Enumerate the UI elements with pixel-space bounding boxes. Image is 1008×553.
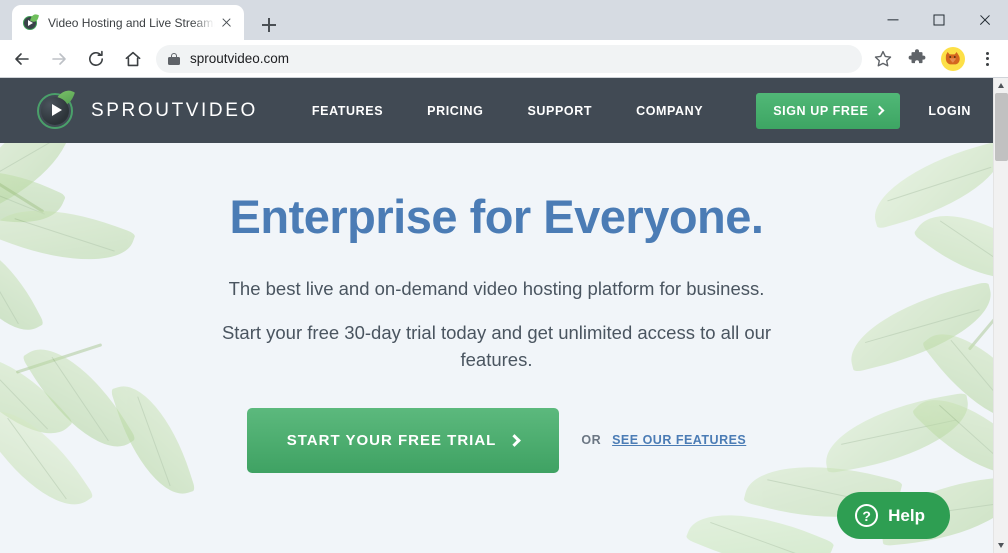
window-controls [870, 0, 1008, 40]
minimize-icon[interactable] [870, 0, 916, 40]
chevron-right-icon [874, 105, 885, 116]
help-widget-button[interactable]: ? Help [837, 492, 950, 539]
start-free-trial-button[interactable]: START YOUR FREE TRIAL [246, 407, 560, 473]
hero-content: Enterprise for Everyone. The best live a… [0, 143, 993, 473]
three-dots-menu-icon[interactable] [972, 44, 1002, 74]
help-label: Help [888, 505, 925, 525]
hero-subheadline-2: Start your free 30-day trial today and g… [221, 322, 772, 370]
url-text: sproutvideo.com [190, 51, 290, 66]
site-navbar: SPROUTVIDEO FEATURES PRICING SUPPORT COM… [0, 78, 993, 143]
sproutvideo-logo-icon [22, 13, 39, 31]
browser-window: Video Hosting and Live Streaming sproutv… [0, 0, 1008, 553]
scroll-up-arrow-icon[interactable] [994, 78, 1008, 93]
scroll-down-arrow-icon[interactable] [994, 538, 1008, 553]
site-nav-links: FEATURES PRICING SUPPORT COMPANY [312, 104, 747, 118]
sproutvideo-logo-icon [36, 86, 78, 132]
scrollbar-thumb[interactable] [995, 93, 1008, 161]
chevron-right-icon [508, 433, 522, 447]
start-free-trial-label: START YOUR FREE TRIAL [286, 431, 497, 449]
logo-text: SPROUTVIDEO [91, 99, 258, 121]
login-link[interactable]: LOGIN [928, 104, 971, 118]
question-mark-circle-icon: ? [855, 504, 879, 527]
page-scrollbar[interactable] [993, 78, 1008, 553]
reload-icon[interactable] [81, 44, 111, 74]
nav-item-support[interactable]: SUPPORT [527, 104, 592, 118]
toolbar-actions [868, 44, 1008, 74]
window-close-icon[interactable] [962, 0, 1008, 40]
sign-up-free-label: SIGN UP FREE [773, 103, 869, 118]
page-title: Enterprise for Everyone. [229, 190, 764, 243]
nav-item-pricing[interactable]: PRICING [427, 104, 483, 118]
forward-arrow-icon[interactable] [44, 44, 74, 74]
browser-title-bar: Video Hosting and Live Streaming [0, 0, 1008, 40]
lock-icon [168, 52, 180, 66]
address-bar[interactable]: sproutvideo.com [156, 44, 862, 73]
or-label: OR [581, 433, 602, 448]
browser-toolbar: sproutvideo.com [0, 40, 1008, 78]
hero-cta-row: START YOUR FREE TRIAL OR SEE OUR FEATURE… [0, 407, 993, 473]
hero-subheadline-1: The best live and on-demand video hostin… [228, 278, 765, 299]
puzzle-piece-icon[interactable] [902, 44, 932, 74]
plus-icon[interactable] [255, 11, 283, 39]
nav-actions: SIGN UP FREE LOGIN [756, 92, 993, 129]
sign-up-free-button[interactable]: SIGN UP FREE [756, 92, 901, 129]
dog-extension-icon[interactable] [938, 44, 968, 74]
browser-tab[interactable]: Video Hosting and Live Streaming [12, 5, 244, 40]
see-our-features-link[interactable]: SEE OUR FEATURES [612, 433, 746, 447]
nav-item-features[interactable]: FEATURES [312, 104, 383, 118]
tab-title: Video Hosting and Live Streaming [48, 15, 216, 30]
page-viewport: SPROUTVIDEO FEATURES PRICING SUPPORT COM… [0, 78, 1008, 553]
star-icon[interactable] [868, 44, 898, 74]
site-logo[interactable]: SPROUTVIDEO [36, 86, 258, 132]
nav-item-company[interactable]: COMPANY [636, 104, 703, 118]
close-icon[interactable] [216, 13, 236, 33]
hero-section: Enterprise for Everyone. The best live a… [0, 143, 993, 553]
home-icon[interactable] [118, 44, 148, 74]
maximize-icon[interactable] [916, 0, 962, 40]
back-arrow-icon[interactable] [7, 44, 37, 74]
